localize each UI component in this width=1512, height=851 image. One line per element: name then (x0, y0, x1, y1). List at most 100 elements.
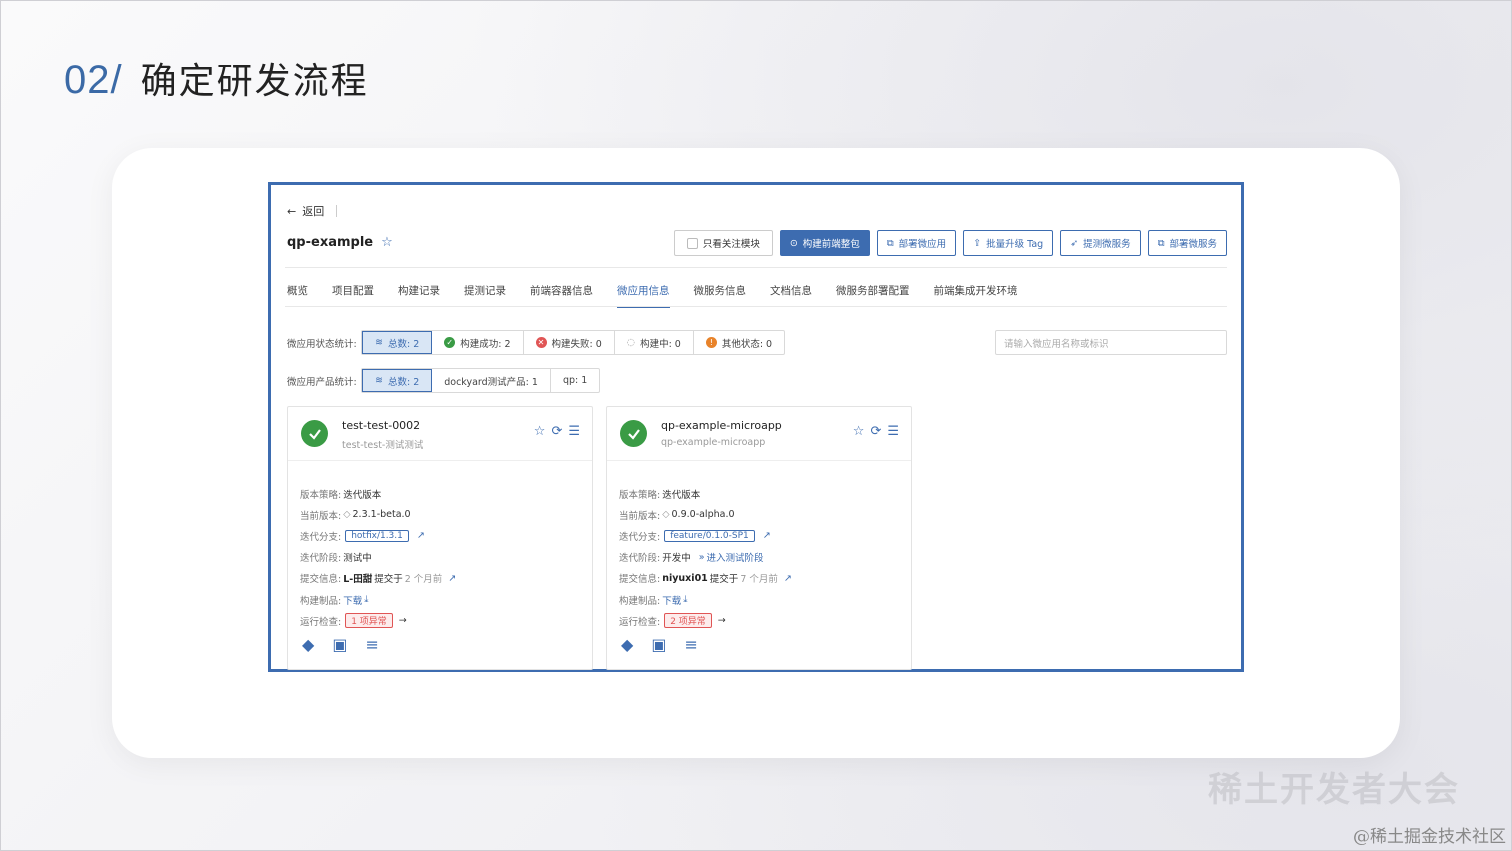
info-key: 构建制品: (619, 595, 661, 607)
slide-heading: 02/ 确定研发流程 (64, 52, 369, 104)
card-header: test-test-0002 test-test-测试测试 ☆ ⟳ ☰ (288, 407, 592, 461)
star-icon[interactable]: ☆ (534, 424, 546, 439)
external-link-icon[interactable]: ↗ (784, 573, 792, 584)
info-key: 版本策略: (619, 489, 661, 501)
refresh-icon[interactable]: ⟳ (870, 424, 881, 439)
info-row-commit: 提交信息: niyuxi01 提交于 7 个月前 ↗ (619, 568, 792, 589)
tab-frontend-container[interactable]: 前端容器信息 (518, 283, 605, 307)
tab-overview[interactable]: 概览 (287, 283, 320, 307)
search-placeholder: 请输入微应用名称或标识 (1004, 338, 1109, 350)
status-failed-filter[interactable]: ✕ 构建失败: 0 (524, 331, 615, 354)
info-key: 迭代阶段: (300, 553, 342, 565)
status-stats-row: 微应用状态统计: ≋ 总数: 2 ✓ 构建成功: 2 ✕ 构建失败: 0 ◌ 构… (287, 330, 786, 355)
product-filter-group: ≋ 总数: 2 dockyard测试产品: 1 qp: 1 (361, 368, 601, 393)
card-footer-icons: ◆ ▣ ≡ (302, 635, 379, 654)
tab-deploy-config[interactable]: 微服务部署配置 (824, 283, 922, 307)
tabs-divider (285, 306, 1227, 307)
settings-sliders-icon[interactable]: ☰ (568, 424, 580, 439)
check-badge[interactable]: 1 项异常 (345, 613, 393, 629)
deploy-icon: ⧉ (886, 237, 894, 249)
tab-test-records[interactable]: 提测记录 (452, 283, 518, 307)
arrow-right-icon[interactable]: → (399, 615, 407, 626)
external-link-icon[interactable]: ↗ (763, 530, 771, 541)
header-divider (285, 267, 1227, 268)
info-value: 0.9.0-alpha.0 (671, 509, 735, 521)
product-qp-filter[interactable]: qp: 1 (551, 369, 599, 392)
archive-icon[interactable]: ▣ (332, 635, 347, 654)
external-link-icon[interactable]: ↗ (448, 573, 456, 584)
arrow-right-icon[interactable]: → (718, 615, 726, 626)
status-stats-label: 微应用状态统计: (287, 338, 357, 350)
play-icon: ⊙ (789, 237, 798, 249)
info-key: 迭代分支: (300, 531, 342, 543)
settings-sliders-icon[interactable]: ☰ (887, 424, 899, 439)
card-footer-icons: ◆ ▣ ≡ (621, 635, 698, 654)
archive-icon[interactable]: ▣ (651, 635, 666, 654)
status-other-label: 其他状态: 0 (721, 338, 773, 350)
tab-build-records[interactable]: 构建记录 (386, 283, 452, 307)
info-value: 2.3.1-beta.0 (352, 509, 411, 521)
info-row-check: 运行检查: 1 项异常 → (300, 610, 456, 631)
product-stats-row: 微应用产品统计: ≋ 总数: 2 dockyard测试产品: 1 qp: 1 (287, 368, 601, 393)
status-success-filter[interactable]: ✓ 构建成功: 2 (432, 331, 524, 354)
info-value: 迭代版本 (343, 489, 382, 501)
only-follow-checkbox[interactable]: 只看关注模块 (673, 230, 773, 256)
star-icon[interactable]: ☆ (853, 424, 865, 439)
status-other-filter[interactable]: ! 其他状态: 0 (694, 331, 784, 354)
card-info: 版本策略: 迭代版本 当前版本: ◇ 0.9.0-alpha.0 迭代分支: f… (619, 483, 792, 631)
microapp-search-input[interactable]: 请输入微应用名称或标识 (995, 330, 1227, 355)
info-row-check: 运行检查: 2 项异常 → (619, 610, 792, 631)
info-row-version: 当前版本: ◇ 2.3.1-beta.0 (300, 504, 456, 525)
submit-test-label: 提测微服务 (1083, 239, 1131, 250)
status-total-filter[interactable]: ≋ 总数: 2 (362, 331, 433, 354)
list-settings-icon[interactable]: ≡ (365, 635, 378, 654)
success-check-icon (301, 420, 328, 447)
download-icon[interactable]: ⤓ (364, 594, 368, 605)
warning-icon: ! (705, 337, 717, 348)
credit-watermark: @稀土掘金技术社区 (1353, 827, 1506, 847)
star-icon[interactable]: ☆ (381, 235, 393, 250)
deploy-microapp-button[interactable]: ⧉ 部署微应用 (876, 230, 957, 256)
tab-docs[interactable]: 文档信息 (758, 283, 824, 307)
external-link-icon[interactable]: ↗ (417, 530, 425, 541)
tab-project-config[interactable]: 项目配置 (320, 283, 386, 307)
loading-icon: ◌ (626, 337, 636, 348)
gitlab-icon[interactable]: ◆ (302, 635, 314, 654)
enter-test-stage-link[interactable]: 进入测试阶段 (707, 550, 764, 564)
product-dockyard-filter[interactable]: dockyard测试产品: 1 (432, 369, 551, 392)
commit-text: 提交于 (374, 574, 403, 586)
info-row-stage: 迭代阶段: 开发中 » 进入测试阶段 (619, 547, 792, 568)
info-row-version: 当前版本: ◇ 0.9.0-alpha.0 (619, 504, 792, 525)
layers-icon: ≋ (375, 337, 383, 348)
download-icon[interactable]: ⤓ (683, 594, 687, 605)
build-frontend-button[interactable]: ⊙ 构建前端整包 (779, 230, 870, 256)
info-row-strategy: 版本策略: 迭代版本 (300, 483, 456, 504)
info-row-artifact: 构建制品: 下载 ⤓ (300, 589, 456, 610)
status-building-filter[interactable]: ◌ 构建中: 0 (615, 331, 694, 354)
branch-tag[interactable]: hotfix/1.3.1 (345, 529, 409, 542)
product-qp-label: qp: 1 (562, 375, 588, 386)
tab-dev-env[interactable]: 前端集成开发环境 (922, 283, 1030, 307)
back-link[interactable]: ← 返回 (287, 203, 338, 219)
rocket-icon: ➶ (1070, 237, 1079, 249)
download-link[interactable]: 下载 (662, 593, 681, 607)
only-follow-label: 只看关注模块 (702, 239, 760, 250)
product-total-filter[interactable]: ≋ 总数: 2 (362, 369, 433, 392)
microapp-card: test-test-0002 test-test-测试测试 ☆ ⟳ ☰ 版本策略… (287, 406, 593, 670)
tab-microapp-info[interactable]: 微应用信息 (605, 283, 682, 308)
download-link[interactable]: 下载 (343, 593, 362, 607)
info-key: 当前版本: (619, 510, 661, 522)
submit-test-service-button[interactable]: ➶ 提测微服务 (1060, 230, 1141, 256)
refresh-icon[interactable]: ⟳ (551, 424, 562, 439)
deploy-microservice-button[interactable]: ⧉ 部署微服务 (1147, 230, 1227, 256)
card-title: qp-example-microapp (661, 419, 782, 432)
gitlab-icon[interactable]: ◆ (621, 635, 633, 654)
tab-microservice-info[interactable]: 微服务信息 (682, 283, 759, 307)
list-settings-icon[interactable]: ≡ (684, 635, 697, 654)
checkbox-icon (686, 237, 698, 249)
microapp-card: qp-example-microapp qp-example-microapp … (606, 406, 912, 670)
branch-tag[interactable]: feature/0.1.0-SP1 (664, 529, 755, 542)
double-chevron-right-icon[interactable]: » (699, 552, 705, 563)
check-badge[interactable]: 2 项异常 (664, 613, 712, 629)
batch-upgrade-button[interactable]: ⇪ 批量升级 Tag (963, 230, 1054, 256)
